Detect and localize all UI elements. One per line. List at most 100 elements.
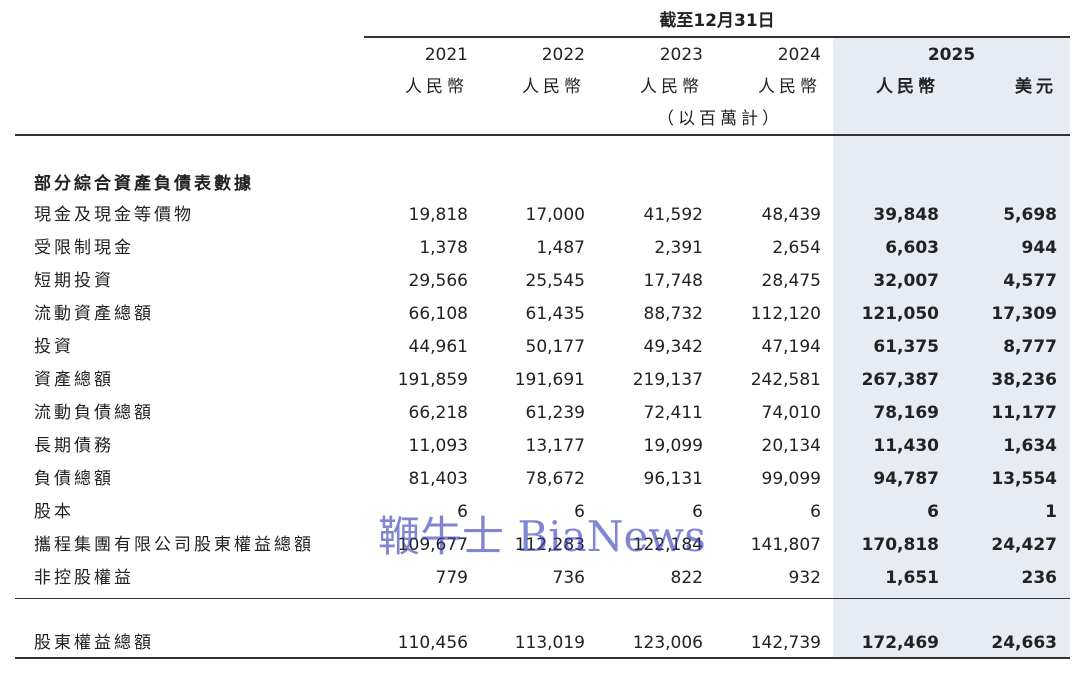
total-row-label: 股東權益總額	[34, 633, 154, 653]
currency-2022-rmb: 人民幣	[522, 77, 585, 97]
cell-2023: 96,131	[643, 469, 703, 489]
row-label: 受限制現金	[34, 238, 134, 258]
cell-2025-usd: 4,577	[1003, 271, 1057, 291]
header-top-rule	[364, 36, 1070, 38]
cell-2025-usd: 944	[1021, 238, 1058, 258]
cell-2025-rmb: 32,007	[873, 271, 939, 291]
total-top-rule	[15, 598, 1070, 599]
cell-2025-rmb: 6	[927, 502, 939, 522]
row-label: 流動資產總額	[34, 304, 154, 324]
cell-2024: 74,010	[761, 403, 821, 423]
currency-2023-rmb: 人民幣	[640, 77, 703, 97]
cell-2021: 11,093	[408, 436, 468, 456]
cell-2022: 61,239	[525, 403, 585, 423]
cell-2025-rmb: 61,375	[873, 337, 939, 357]
cell-2023: 72,411	[643, 403, 703, 423]
year-2022-header: 2022	[541, 45, 585, 65]
cell-2025-rmb: 170,818	[861, 535, 939, 555]
cell-2025-rmb: 121,050	[861, 304, 939, 324]
total-2025-usd: 24,663	[991, 633, 1057, 653]
cell-2025-usd: 1,634	[1003, 436, 1057, 456]
cell-2021: 191,859	[397, 370, 468, 390]
cell-2023: 2,391	[654, 238, 703, 258]
cell-2022: 61,435	[525, 304, 585, 324]
row-label: 投資	[34, 337, 74, 357]
cell-2025-rmb: 267,387	[861, 370, 939, 390]
year-2025-header: 2025	[927, 45, 976, 65]
cell-2023: 19,099	[643, 436, 703, 456]
cell-2024: 141,807	[750, 535, 821, 555]
section-title: 部分綜合資產負債表數據	[34, 174, 254, 194]
cell-2022: 78,672	[525, 469, 585, 489]
cell-2024: 99,099	[761, 469, 821, 489]
cell-2024: 242,581	[750, 370, 821, 390]
total-2022: 113,019	[514, 633, 585, 653]
cell-2024: 28,475	[761, 271, 821, 291]
cell-2023: 88,732	[643, 304, 703, 324]
total-2021: 110,456	[397, 633, 468, 653]
cell-2021: 66,218	[408, 403, 468, 423]
balance-sheet-page: 截至12月31日 2021 2022 2023 2024 2025 人民幣 人民…	[0, 0, 1080, 673]
cell-2022: 1,487	[536, 238, 585, 258]
cell-2022: 25,545	[525, 271, 585, 291]
cell-2023: 41,592	[643, 205, 703, 225]
period-header: 截至12月31日	[659, 11, 775, 31]
bianews-watermark: 鞭牛士 BiaNews	[378, 512, 706, 561]
total-2024: 142,739	[750, 633, 821, 653]
cell-2021: 44,961	[408, 337, 468, 357]
cell-2025-usd: 5,698	[1003, 205, 1057, 225]
row-label: 攜程集團有限公司股東權益總額	[34, 535, 314, 555]
cell-2022: 50,177	[525, 337, 585, 357]
cell-2025-usd: 1	[1045, 502, 1057, 522]
cell-2025-rmb: 1,651	[885, 568, 939, 588]
table-bottom-rule	[15, 657, 1070, 659]
currency-2025-rmb: 人民幣	[876, 77, 939, 97]
currency-2024-rmb: 人民幣	[758, 77, 821, 97]
cell-2024: 6	[810, 502, 821, 522]
cell-2021: 19,818	[408, 205, 468, 225]
cell-2021: 81,403	[408, 469, 468, 489]
cell-2023: 49,342	[643, 337, 703, 357]
row-label: 股本	[34, 502, 74, 522]
cell-2024: 932	[788, 568, 821, 588]
cell-2025-rmb: 94,787	[873, 469, 939, 489]
cell-2024: 2,654	[772, 238, 821, 258]
cell-2025-usd: 8,777	[1003, 337, 1057, 357]
row-label: 長期債務	[34, 436, 114, 456]
cell-2025-usd: 17,309	[991, 304, 1057, 324]
cell-2022: 13,177	[525, 436, 585, 456]
cell-2025-usd: 236	[1021, 568, 1058, 588]
cell-2022: 191,691	[514, 370, 585, 390]
unit-note: （以百萬計）	[657, 109, 783, 129]
cell-2024: 48,439	[761, 205, 821, 225]
total-2025-rmb: 172,469	[861, 633, 939, 653]
cell-2021: 29,566	[408, 271, 468, 291]
year-2024-header: 2024	[777, 45, 821, 65]
cell-2022: 17,000	[525, 205, 585, 225]
cell-2024: 47,194	[761, 337, 821, 357]
cell-2025-usd: 13,554	[991, 469, 1057, 489]
currency-2021-rmb: 人民幣	[405, 77, 468, 97]
row-label: 短期投資	[34, 271, 114, 291]
cell-2025-usd: 11,177	[991, 403, 1057, 423]
cell-2021: 66,108	[408, 304, 468, 324]
cell-2023: 822	[670, 568, 703, 588]
row-label: 流動負債總額	[34, 403, 154, 423]
cell-2025-rmb: 78,169	[873, 403, 939, 423]
cell-2021: 1,378	[419, 238, 468, 258]
cell-2025-usd: 38,236	[991, 370, 1057, 390]
header-bottom-rule	[15, 134, 1070, 136]
cell-2025-rmb: 6,603	[885, 238, 939, 258]
cell-2022: 736	[552, 568, 585, 588]
cell-2021: 779	[435, 568, 468, 588]
cell-2025-usd: 24,427	[991, 535, 1057, 555]
row-label: 負債總額	[34, 469, 114, 489]
cell-2023: 17,748	[643, 271, 703, 291]
currency-2025-usd: 美元	[1015, 77, 1057, 97]
row-label: 非控股權益	[34, 568, 134, 588]
cell-2025-rmb: 11,430	[873, 436, 939, 456]
cell-2024: 112,120	[750, 304, 821, 324]
total-2023: 123,006	[632, 633, 703, 653]
row-label: 現金及現金等價物	[34, 205, 194, 225]
cell-2025-rmb: 39,848	[873, 205, 939, 225]
